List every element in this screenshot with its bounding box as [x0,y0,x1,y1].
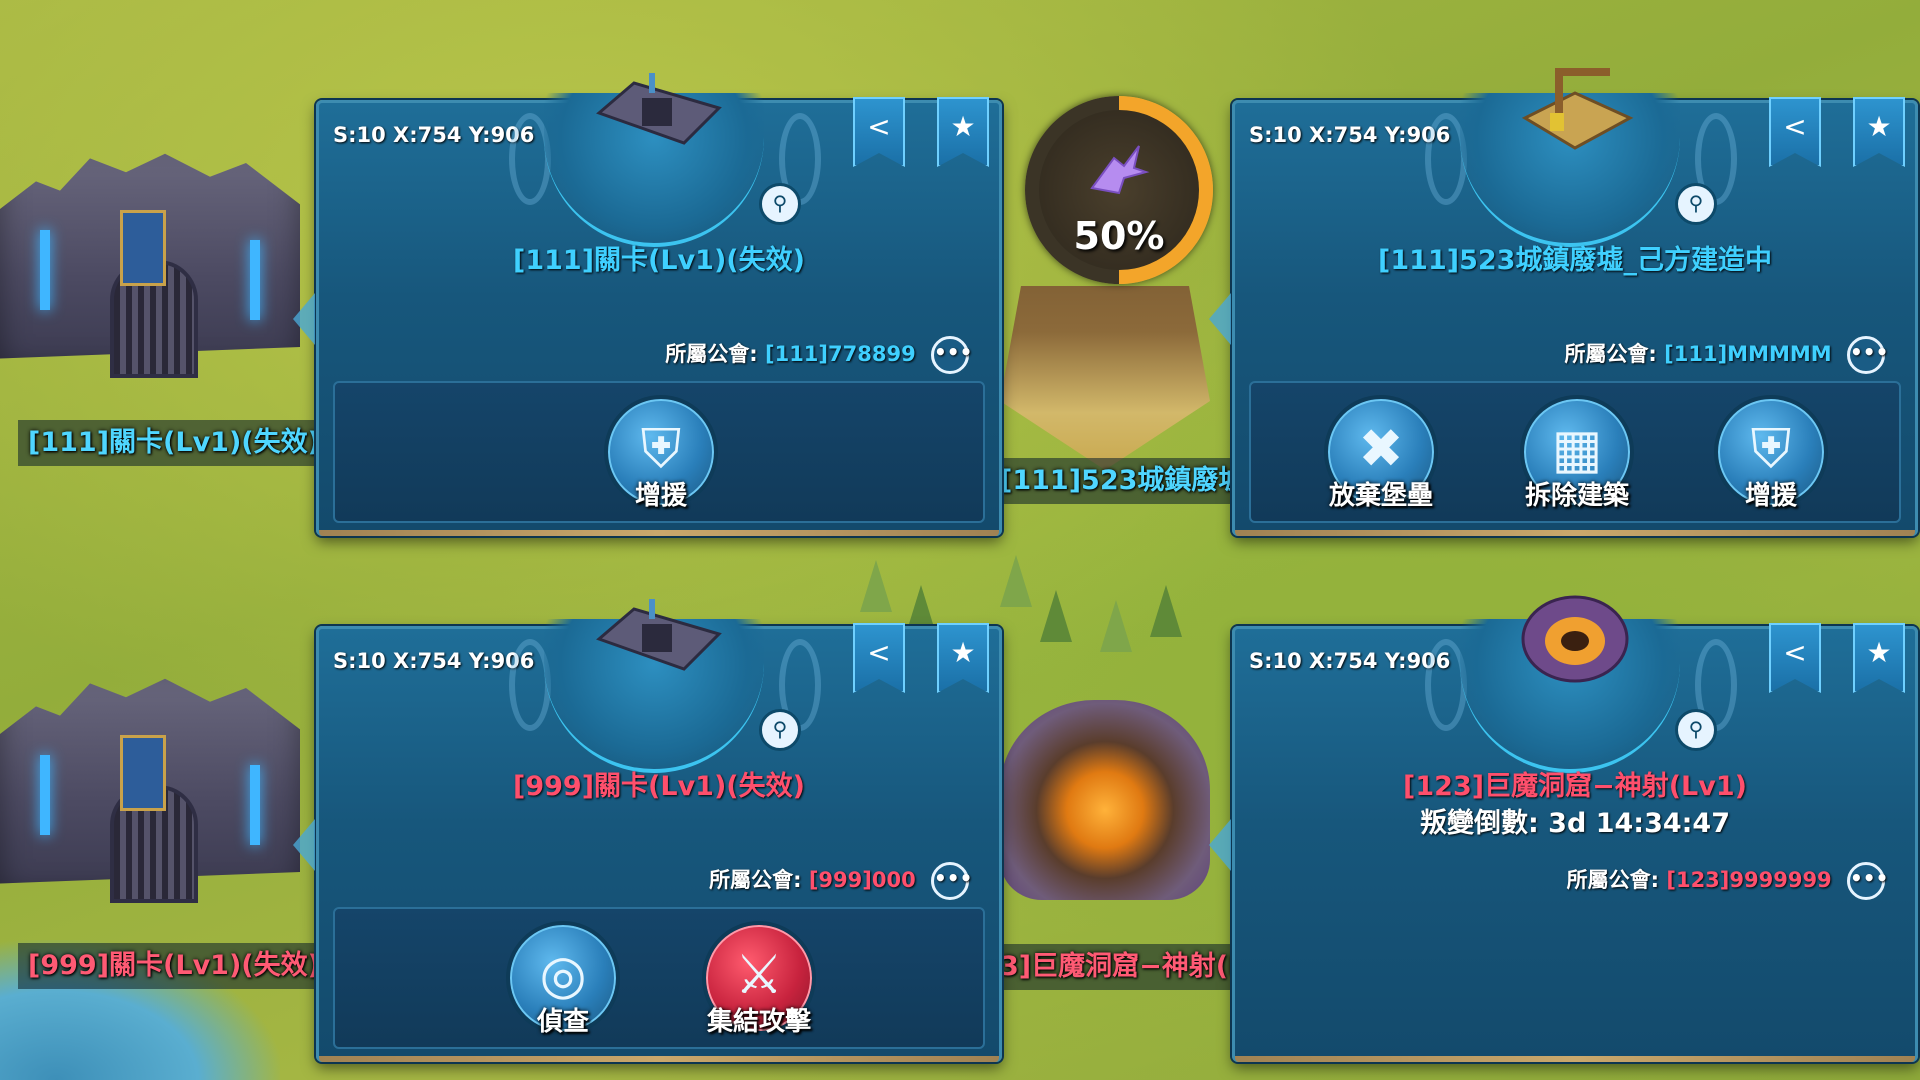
guild-value[interactable]: [123]9999999 [1666,868,1831,892]
castle-glow [250,240,260,320]
building-emblem [544,599,764,773]
share-icon: < [867,110,891,143]
star-icon: ★ [1866,636,1892,669]
pegasus-icon [1084,138,1154,198]
guild-value[interactable]: [111]MMMMM [1664,342,1832,366]
panel-title: [999]關卡(Lv1)(失效) [513,771,805,802]
map-tree [1100,600,1132,652]
building-emblem [544,73,764,247]
action-label: 放棄堡壘 [1328,481,1433,511]
magnify-icon[interactable]: ⚲ [1675,709,1717,751]
castle-glow [250,765,260,845]
abandon-fortress-button[interactable]: ✖ 放棄堡壘 [1321,395,1441,515]
map-label-castle-top[interactable]: [111]關卡(Lv1)(失效) [18,420,330,466]
building-emblem [1460,595,1680,773]
more-options-icon[interactable]: ••• [931,336,972,374]
magnify-icon[interactable]: ⚲ [759,183,801,225]
panel-title: [111]關卡(Lv1)(失效) [513,245,805,276]
more-options-icon[interactable]: ••• [1847,862,1888,900]
guild-label: 所屬公會: [1564,342,1657,366]
share-button[interactable]: < [1769,97,1821,167]
guild-row: 所屬公會: [111]MMMMM ••• [1564,336,1888,374]
map-label-castle-bottom[interactable]: [999]關卡(Lv1)(失效) [18,943,330,989]
action-label: 集結攻擊 [706,1007,811,1037]
panel-pointer-arrow [293,293,315,345]
reinforce-button[interactable]: ⛨ 增援 [601,395,721,515]
action-label: 偵查 [536,1007,589,1037]
action-label: 增援 [1744,481,1797,511]
coordinates: S:10 X:754 Y:906 [333,123,535,147]
guild-row: 所屬公會: [999]000 ••• [709,862,972,900]
map-label-troll-cave[interactable]: 3]巨魔洞窟−神射(L [990,944,1256,990]
castle-glow [40,755,50,835]
favorite-button[interactable]: ★ [1853,623,1905,693]
info-panel-troll-cave: S:10 X:754 Y:906 ⚲ < ★ [123]巨魔洞窟−神射(Lv1)… [1209,595,1918,1062]
info-panel-town-ruin: S:10 X:754 Y:906 ⚲ < ★ [111]523城鎮廢墟_己方建造… [1209,68,1918,536]
star-icon: ★ [950,636,976,669]
favorite-button[interactable]: ★ [1853,97,1905,167]
guild-row: 所屬公會: [123]9999999 ••• [1566,862,1888,900]
scout-button[interactable]: ◎ 偵查 [503,921,623,1041]
share-icon: < [867,636,891,669]
action-area: ◎ 偵查 ⚔ 集結攻擊 [333,907,985,1049]
guild-row: 所屬公會: [111]778899 ••• [665,336,972,374]
map-castle-bottom[interactable] [0,655,310,945]
fortress-gate-icon [594,579,724,689]
reinforce-button[interactable]: ⛨ 增援 [1711,395,1831,515]
troll-cave-icon [1510,579,1640,689]
progress-percent: 50% [1073,214,1165,258]
action-area: ⛨ 增援 [333,381,985,523]
panel-title: [111]523城鎮廢墟_己方建造中 [1378,245,1772,276]
action-label: 拆除建築 [1524,481,1629,511]
coordinates: S:10 X:754 Y:906 [1249,649,1451,673]
panel-pointer-arrow [1209,819,1231,871]
map-label-town-ruin[interactable]: [111]523城鎮廢墟 [990,458,1256,504]
favorite-button[interactable]: ★ [937,97,989,167]
fortress-gate-icon [594,53,724,163]
info-panel-pass-999: S:10 X:754 Y:906 ⚲ < ★ [999]關卡(Lv1)(失效) … [293,599,1002,1062]
rally-attack-button[interactable]: ⚔ 集結攻擊 [699,921,819,1041]
castle-glow [40,230,50,310]
map-tree [1040,590,1072,642]
construction-progress-ring: 50% [1025,96,1213,284]
action-area: ✖ 放棄堡壘 ▦ 拆除建築 ⛨ 增援 [1249,381,1901,523]
share-icon: < [1783,636,1807,669]
magnify-icon[interactable]: ⚲ [759,709,801,751]
map-castle-top[interactable] [0,130,310,420]
rebellion-countdown: 叛變倒數: 3d 14:34:47 [1419,808,1731,839]
guild-label: 所屬公會: [665,342,758,366]
star-icon: ★ [1866,110,1892,143]
favorite-button[interactable]: ★ [937,623,989,693]
guild-value[interactable]: [999]000 [809,868,916,892]
guild-label: 所屬公會: [1566,868,1660,892]
share-icon: < [1783,110,1807,143]
more-options-icon[interactable]: ••• [931,862,972,900]
coordinates: S:10 X:754 Y:906 [333,649,535,673]
map-tree [1150,585,1182,637]
construction-site-icon [1510,53,1640,163]
guild-value[interactable]: [111]778899 [765,342,916,366]
map-tree [860,560,892,612]
panel-pointer-arrow [1209,293,1231,345]
share-button[interactable]: < [1769,623,1821,693]
guild-label: 所屬公會: [709,868,802,892]
magnify-icon[interactable]: ⚲ [1675,183,1717,225]
share-button[interactable]: < [853,97,905,167]
more-options-icon[interactable]: ••• [1847,336,1888,374]
info-panel-pass-111: S:10 X:754 Y:906 ⚲ < ★ [111]關卡(Lv1)(失效) … [293,73,1002,536]
panel-pointer-arrow [293,819,315,871]
map-troll-cave[interactable] [1000,700,1210,900]
coordinates: S:10 X:754 Y:906 [1249,123,1451,147]
castle-banner [120,210,166,286]
castle-banner [120,735,166,811]
panel-title: [123]巨魔洞窟−神射(Lv1) [1403,771,1747,802]
demolish-building-button[interactable]: ▦ 拆除建築 [1517,395,1637,515]
share-button[interactable]: < [853,623,905,693]
star-icon: ★ [950,110,976,143]
building-emblem [1460,68,1680,247]
action-label: 增援 [634,481,687,511]
map-tree [1000,555,1032,607]
